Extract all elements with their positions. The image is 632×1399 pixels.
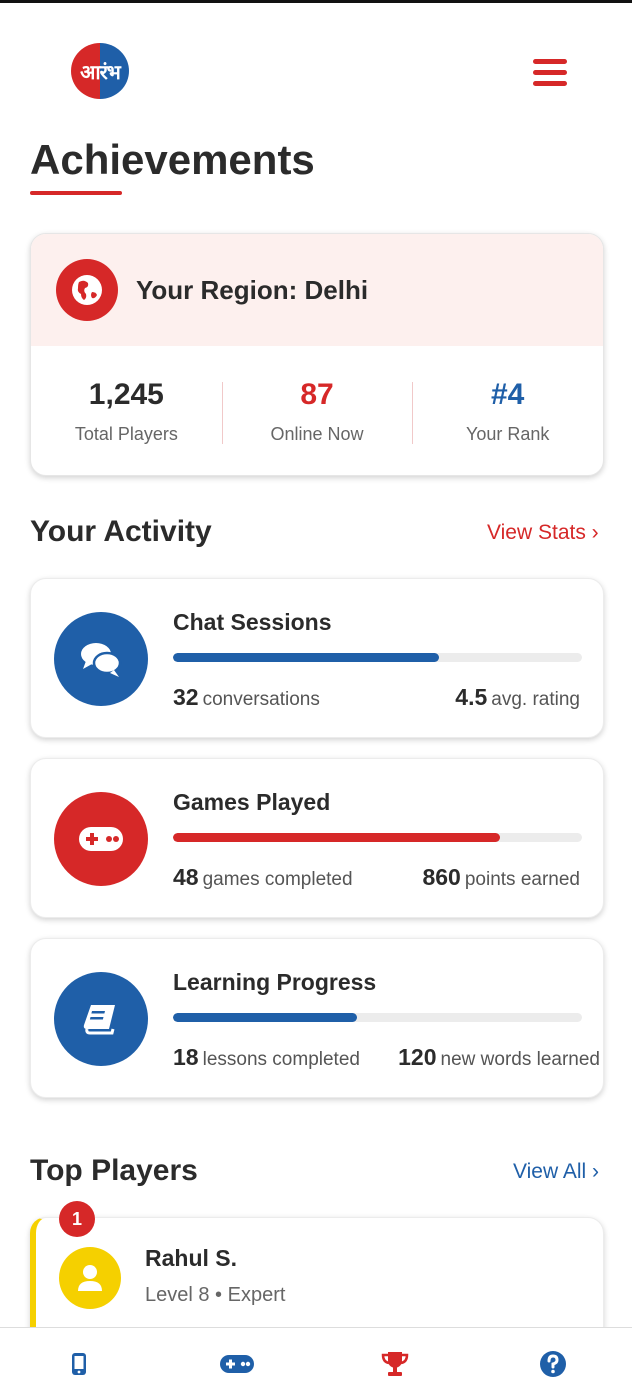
activity-right-stat: 4.5 avg. rating — [455, 684, 580, 711]
title-underline — [30, 191, 122, 195]
top-players-title: Top Players — [30, 1154, 198, 1187]
stat-text: new words learned — [440, 1049, 600, 1070]
phone-icon — [72, 1352, 86, 1375]
stat-number: 48 — [173, 864, 199, 890]
region-stats: 1,245 Total Players 87 Online Now #4 You… — [31, 346, 603, 475]
stat-value: 1,245 — [88, 378, 164, 411]
stat-value: 87 — [300, 378, 334, 411]
stat-number: 18 — [173, 1044, 199, 1070]
progress-bar — [173, 833, 582, 842]
stat-number: 120 — [398, 1044, 437, 1070]
gamepad-icon — [54, 792, 148, 886]
activity-card-chat[interactable]: Chat Sessions 32 conversations 4.5 avg. ra… — [30, 578, 604, 738]
bottom-nav — [0, 1327, 632, 1399]
top-border — [0, 0, 632, 3]
player-level: Level 8 • Expert — [145, 1284, 286, 1306]
gamepad-icon — [220, 1354, 254, 1373]
activity-left-stat: 32 conversations — [173, 684, 320, 711]
app-logo[interactable]: आरंभ — [71, 43, 129, 99]
stat-text: games completed — [202, 869, 353, 890]
stat-number: 4.5 — [455, 684, 488, 710]
rank-badge: 1 — [59, 1201, 95, 1237]
avatar — [59, 1247, 121, 1309]
stat-number: 32 — [173, 684, 199, 710]
region-title: Your Region: Delhi — [136, 274, 369, 305]
activity-left-stat: 48 games completed — [173, 864, 353, 891]
activity-right-stat: 120 new words learned — [398, 1044, 600, 1071]
stat-value: #4 — [490, 378, 525, 411]
nav-games[interactable] — [207, 1339, 267, 1389]
stat-label: Total Players — [74, 424, 178, 444]
progress-fill — [173, 1013, 358, 1022]
region-header: Your Region: Delhi — [31, 234, 603, 346]
stat-text: avg. rating — [491, 689, 580, 710]
activity-card-learning[interactable]: Learning Progress 18 lessons completed 12… — [30, 938, 604, 1098]
activity-card-games[interactable]: Games Played 48 games completed 860 points… — [30, 758, 604, 918]
activity-title: Learning Progress — [173, 969, 377, 995]
activity-left-stat: 18 lessons completed — [173, 1044, 360, 1071]
progress-bar — [173, 1013, 582, 1022]
book-icon — [54, 972, 148, 1066]
chat-icon — [54, 612, 148, 706]
nav-help[interactable] — [523, 1339, 583, 1389]
activity-title: Chat Sessions — [173, 609, 332, 635]
logo-text: आरंभ — [80, 59, 121, 84]
hamburger-icon — [533, 59, 567, 64]
activity-title: Your Activity — [30, 515, 212, 548]
stat-text: points earned — [464, 869, 580, 890]
stat-your-rank: #4 Your Rank — [412, 378, 603, 445]
stat-label: Online Now — [270, 424, 364, 444]
view-stats-link[interactable]: View Stats › — [487, 521, 599, 545]
stat-number: 860 — [422, 864, 461, 890]
progress-bar — [173, 653, 582, 662]
globe-icon — [56, 259, 118, 321]
player-name: Rahul S. — [145, 1245, 238, 1271]
progress-fill — [173, 833, 501, 842]
stat-text: conversations — [202, 689, 320, 710]
stat-total-players: 1,245 Total Players — [31, 378, 222, 445]
page-title: Achievements — [30, 136, 315, 183]
help-icon — [540, 1350, 566, 1377]
stat-text: lessons completed — [202, 1049, 360, 1070]
region-card: Your Region: Delhi 1,245 Total Players 8… — [30, 233, 604, 476]
activity-right-stat: 860 points earned — [422, 864, 580, 891]
progress-fill — [173, 653, 439, 662]
stat-online-now: 87 Online Now — [221, 378, 413, 445]
nav-phone[interactable] — [49, 1339, 109, 1389]
nav-achievements[interactable] — [365, 1339, 425, 1389]
user-icon — [78, 1265, 102, 1291]
stat-label: Your Rank — [465, 424, 550, 444]
activity-title: Games Played — [173, 789, 331, 815]
trophy-icon — [381, 1351, 409, 1376]
view-all-link[interactable]: View All › — [513, 1160, 599, 1184]
menu-button[interactable] — [533, 59, 567, 86]
